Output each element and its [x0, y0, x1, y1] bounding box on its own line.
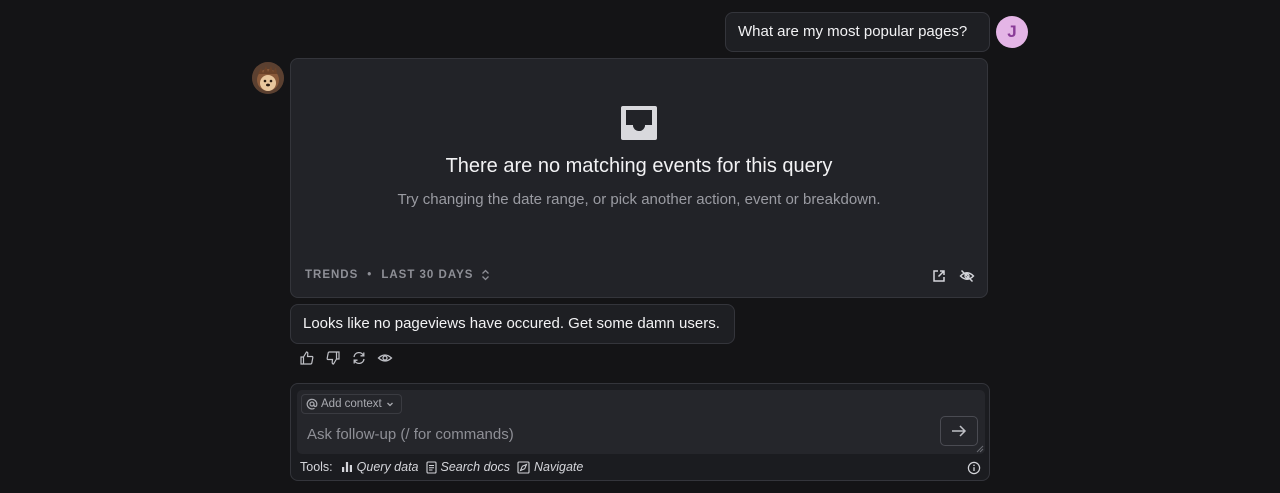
composer: Add context Tools: Query data Sea: [290, 383, 990, 481]
arrow-right-icon: [941, 423, 977, 439]
insight-date-range: LAST 30 DAYS: [381, 269, 474, 281]
open-in-new-icon[interactable]: [931, 268, 947, 284]
bar-chart-icon: [341, 461, 353, 473]
tool-search-docs[interactable]: Search docs: [425, 460, 510, 474]
empty-state-subtitle: Try changing the date range, or pick ano…: [397, 191, 881, 208]
inbox-icon: [620, 105, 658, 141]
chevron-up-down-icon: [481, 269, 490, 281]
hedgehog-avatar-icon: [252, 62, 284, 94]
chevron-down-icon: [385, 399, 395, 409]
resize-handle-icon[interactable]: [976, 445, 984, 453]
assistant-avatar: [252, 62, 284, 94]
compass-icon: [517, 460, 530, 474]
assistant-message: Looks like no pageviews have occured. Ge…: [290, 304, 735, 344]
add-context-button[interactable]: Add context: [301, 394, 402, 414]
eye-icon[interactable]: [377, 350, 393, 366]
composer-input-area: Add context: [297, 390, 985, 454]
tool-label: Query data: [356, 460, 419, 474]
visualization-card: There are no matching events for this qu…: [290, 58, 988, 298]
document-icon: [425, 460, 437, 474]
info-icon[interactable]: [967, 461, 981, 475]
tool-navigate[interactable]: Navigate: [517, 460, 583, 474]
insight-summary-toggle[interactable]: TRENDS • LAST 30 DAYS: [305, 269, 490, 281]
thumbs-up-icon[interactable]: [299, 350, 315, 366]
tools-row: Tools: Query data Search docs Navigate: [300, 460, 583, 474]
at-sign-icon: [306, 398, 318, 410]
thumbs-down-icon[interactable]: [325, 350, 341, 366]
add-context-label: Add context: [321, 398, 382, 410]
empty-state-title: There are no matching events for this qu…: [445, 155, 833, 177]
tool-query-data[interactable]: Query data: [341, 460, 419, 474]
eye-off-icon[interactable]: [959, 268, 975, 284]
tool-label: Search docs: [440, 460, 510, 474]
user-message: What are my most popular pages?: [725, 12, 990, 52]
tools-label: Tools:: [300, 460, 333, 474]
insight-type: TRENDS: [305, 269, 359, 281]
send-button[interactable]: [940, 416, 978, 446]
tool-label: Navigate: [533, 460, 584, 474]
follow-up-input[interactable]: [307, 426, 927, 443]
insight-separator: •: [367, 269, 373, 281]
user-avatar[interactable]: J: [996, 16, 1028, 48]
retry-icon[interactable]: [351, 350, 367, 366]
